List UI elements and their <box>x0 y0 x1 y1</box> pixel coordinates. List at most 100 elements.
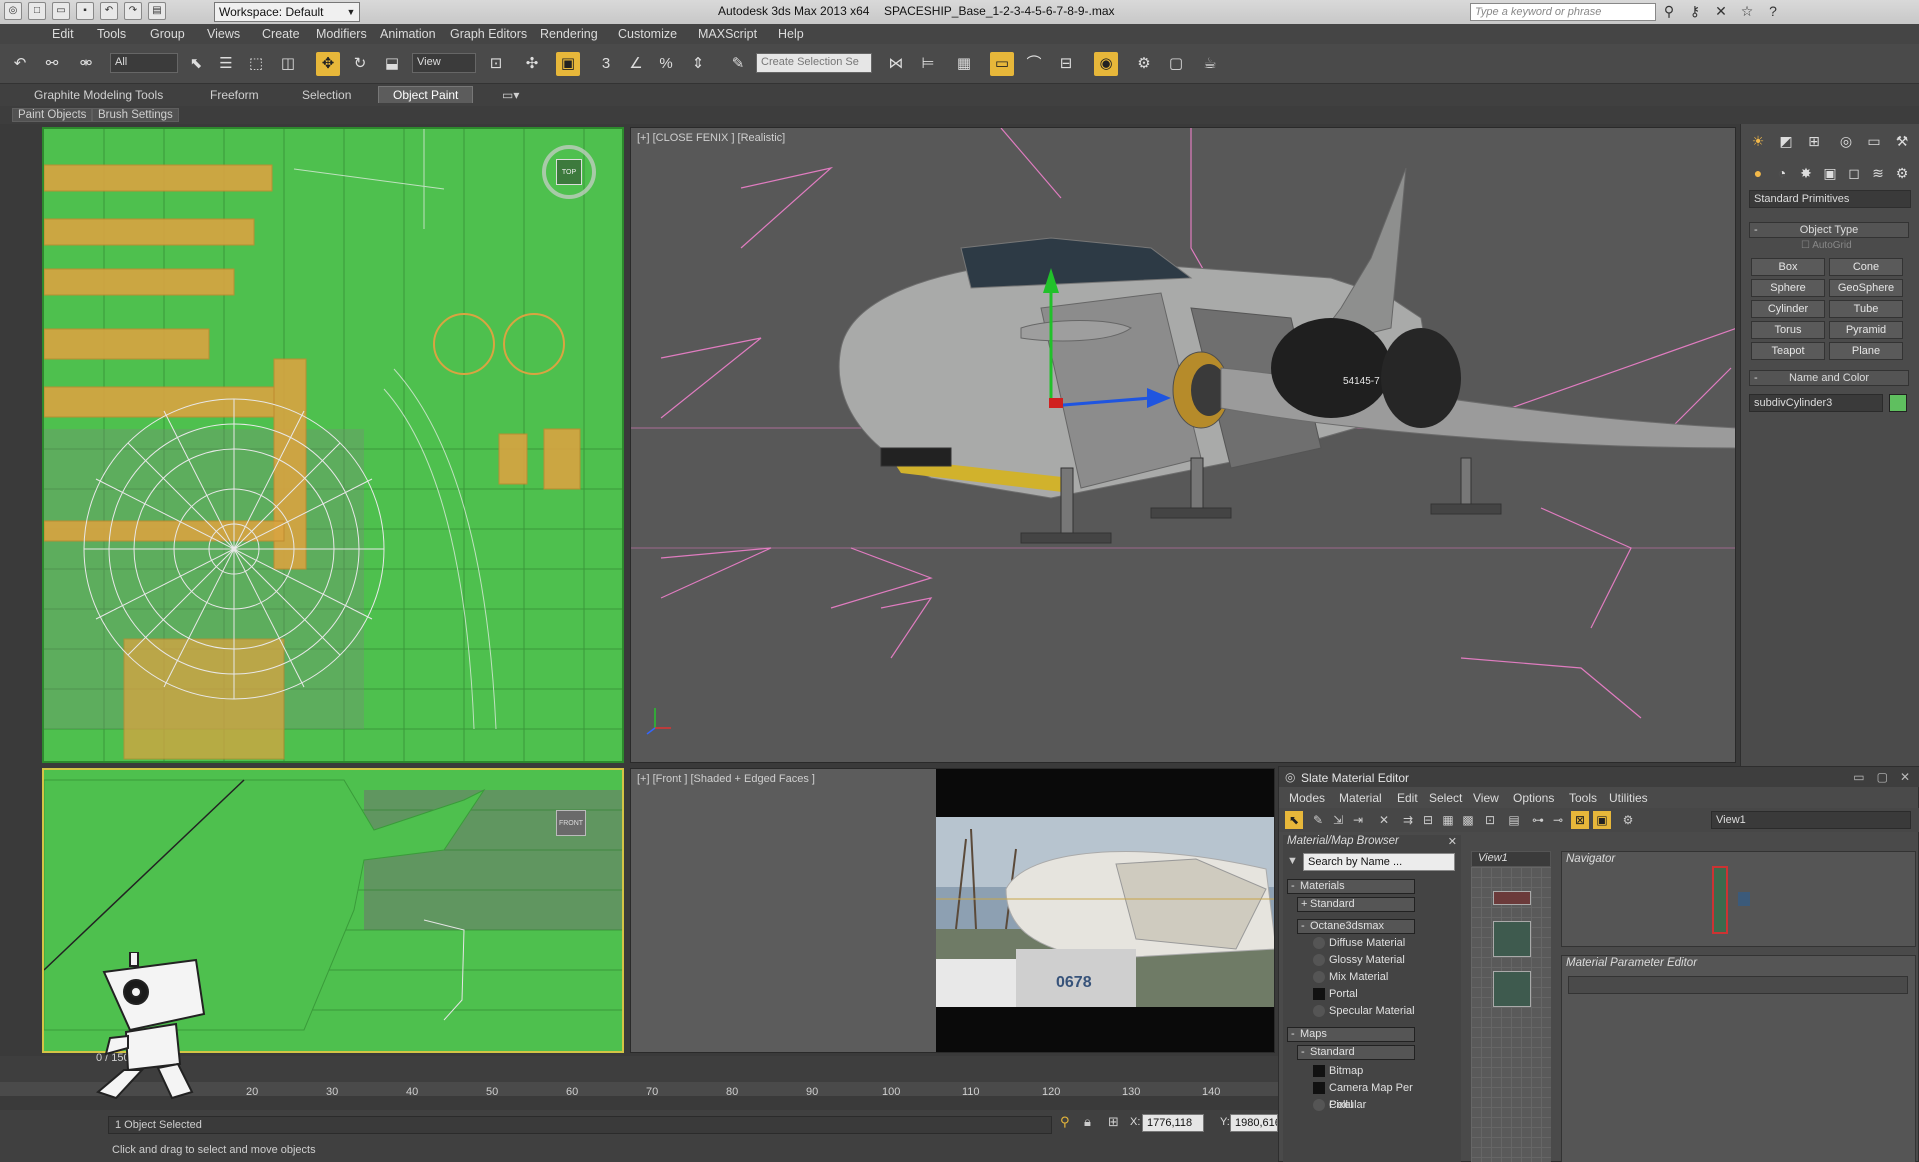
view-selector-dropdown[interactable]: View1 <box>1711 811 1911 829</box>
x-coordinate-field[interactable]: 1776,118 <box>1142 1114 1204 1132</box>
maximize-icon[interactable]: ▢ <box>1877 770 1888 784</box>
chevron-down-icon[interactable]: ▼ <box>344 2 358 22</box>
reference-coordinate-dropdown[interactable]: View <box>412 53 476 73</box>
select-and-scale-icon[interactable]: ⬓ <box>380 52 404 76</box>
slate-menu-edit[interactable]: Edit <box>1397 791 1418 805</box>
new-file-icon[interactable]: □ <box>28 2 46 20</box>
menu-modifiers[interactable]: Modifiers <box>316 27 367 41</box>
list-item[interactable]: Glossy Material <box>1313 952 1433 969</box>
edit-named-selection-icon[interactable]: ✎ <box>726 52 750 76</box>
background-icon[interactable]: ▩ <box>1459 811 1477 829</box>
keyboard-shortcut-override-icon[interactable]: ▣ <box>556 52 580 76</box>
list-item[interactable]: Bitmap <box>1313 1063 1433 1080</box>
material-node[interactable] <box>1493 891 1531 905</box>
menu-views[interactable]: Views <box>207 27 240 41</box>
show-end-result-icon[interactable]: ⊡ <box>1481 811 1499 829</box>
hide-unused-icon[interactable]: ⊟ <box>1419 811 1437 829</box>
menu-edit[interactable]: Edit <box>52 27 74 41</box>
parameter-editor-icon[interactable]: ▣ <box>1593 811 1611 829</box>
isolate-selection-icon[interactable]: ⚲ <box>1060 1114 1070 1130</box>
node-view-canvas[interactable] <box>1471 867 1551 1162</box>
panel-brush-settings[interactable]: Brush Settings <box>92 108 179 122</box>
curve-editor-icon[interactable]: ⌒ <box>1022 52 1046 76</box>
slate-title-bar[interactable]: ◎ Slate Material Editor ▭ ▢ ✕ <box>1279 767 1919 787</box>
selection-filter-dropdown[interactable]: All <box>110 53 178 73</box>
exchange-icon[interactable]: ✕ <box>1712 3 1730 20</box>
select-and-rotate-icon[interactable]: ↻ <box>348 52 372 76</box>
tube-button[interactable]: Tube <box>1829 300 1903 318</box>
parameter-name-field[interactable] <box>1568 976 1908 994</box>
undo-icon[interactable]: ↶ <box>100 2 118 20</box>
modify-tab-icon[interactable]: ◩ <box>1775 130 1797 152</box>
select-by-name-icon[interactable]: ☰ <box>214 52 238 76</box>
pyramid-button[interactable]: Pyramid <box>1829 321 1903 339</box>
viewport-top[interactable]: TOP <box>42 127 624 763</box>
rendered-frame-window-icon[interactable]: ▢ <box>1164 52 1188 76</box>
panel-paint-objects[interactable]: Paint Objects <box>12 108 93 122</box>
list-item[interactable]: Diffuse Material <box>1313 935 1433 952</box>
cylinder-button[interactable]: Cylinder <box>1751 300 1825 318</box>
standard-materials-group[interactable]: + Standard <box>1297 897 1415 912</box>
slate-menu-options[interactable]: Options <box>1513 791 1554 805</box>
browser-options-icon[interactable]: ▼ <box>1287 855 1298 867</box>
torus-button[interactable]: Torus <box>1751 321 1825 339</box>
eyedropper-icon[interactable]: ✎ <box>1309 811 1327 829</box>
menu-tools[interactable]: Tools <box>97 27 126 41</box>
menu-group[interactable]: Group <box>150 27 185 41</box>
spacewarps-icon[interactable]: ≋ <box>1867 162 1889 184</box>
helpers-icon[interactable]: ◻ <box>1843 162 1865 184</box>
schematic-view-icon[interactable]: ⊟ <box>1054 52 1078 76</box>
close-icon[interactable]: ✕ <box>1448 835 1457 848</box>
align-icon[interactable]: ⊨ <box>916 52 940 76</box>
tab-freeform[interactable]: Freeform <box>210 88 259 102</box>
layout-children-icon[interactable]: ⊶ <box>1529 811 1547 829</box>
show-map-icon[interactable]: ▦ <box>1439 811 1457 829</box>
select-and-move-icon[interactable]: ✥ <box>316 52 340 76</box>
close-icon[interactable]: ✕ <box>1900 770 1910 784</box>
open-file-icon[interactable]: ▭ <box>52 2 70 20</box>
mirror-icon[interactable]: ⋈ <box>884 52 908 76</box>
geometry-icon[interactable]: ● <box>1747 162 1769 184</box>
minimize-icon[interactable]: ▭ <box>1853 770 1864 784</box>
viewport-label[interactable]: [+] [CLOSE FENIX ] [Realistic] <box>637 132 785 144</box>
tab-object-paint[interactable]: Object Paint <box>378 86 474 103</box>
pivot-center-icon[interactable]: ⊡ <box>484 52 508 76</box>
selection-lock-icon[interactable]: 🔒︎ <box>1084 1114 1091 1130</box>
binoculars-icon[interactable]: ⚲ <box>1660 3 1678 20</box>
unlink-icon[interactable]: ⚮ <box>74 52 98 76</box>
star-icon[interactable]: ☆ <box>1738 3 1756 20</box>
material-parameter-editor[interactable]: Material Parameter Editor <box>1561 955 1916 1162</box>
slate-menu-tools[interactable]: Tools <box>1569 791 1597 805</box>
material-editor-icon[interactable]: ◉ <box>1094 52 1118 76</box>
key-icon[interactable]: ⚷ <box>1686 3 1704 20</box>
box-button[interactable]: Box <box>1751 258 1825 276</box>
create-tab-icon[interactable]: ☀ <box>1747 130 1769 152</box>
layer-manager-icon[interactable]: ▦ <box>952 52 976 76</box>
navigator-view-rect[interactable] <box>1712 866 1728 934</box>
tab-graphite-modeling-tools[interactable]: Graphite Modeling Tools <box>34 88 163 102</box>
render-production-icon[interactable]: ☕ <box>1198 52 1222 76</box>
menu-rendering[interactable]: Rendering <box>540 27 598 41</box>
lights-icon[interactable]: ✸ <box>1795 162 1817 184</box>
tab-view1[interactable]: View1 <box>1471 851 1551 867</box>
teapot-button[interactable]: Teapot <box>1751 342 1825 360</box>
slate-menu-material[interactable]: Material <box>1339 791 1382 805</box>
cameras-icon[interactable]: ▣ <box>1819 162 1841 184</box>
object-type-rollout[interactable]: - Object Type <box>1749 222 1909 238</box>
select-tool-icon[interactable]: ⬉ <box>1285 811 1303 829</box>
layout-all-icon[interactable]: ▤ <box>1505 811 1523 829</box>
sphere-button[interactable]: Sphere <box>1751 279 1825 297</box>
app-menu-icon[interactable]: ◎ <box>4 2 22 20</box>
hierarchy-tab-icon[interactable]: ⊞ <box>1803 130 1825 152</box>
viewcube-top[interactable]: TOP <box>556 159 582 185</box>
viewport-front[interactable]: [+] [Front ] [Shaded + Edged Faces ] 067… <box>630 768 1275 1053</box>
display-tab-icon[interactable]: ▭ <box>1863 130 1885 152</box>
motion-tab-icon[interactable]: ◎ <box>1835 130 1857 152</box>
manipulate-icon[interactable]: ✣ <box>520 52 544 76</box>
save-icon[interactable]: ▪ <box>76 2 94 20</box>
material-id-icon[interactable]: ⊸ <box>1549 811 1567 829</box>
undo-icon[interactable]: ↶ <box>8 52 32 76</box>
materials-group[interactable]: - Materials <box>1287 879 1415 894</box>
workspace-dropdown[interactable]: Workspace: Default <box>214 2 360 22</box>
window-crossing-icon[interactable]: ◫ <box>276 52 300 76</box>
